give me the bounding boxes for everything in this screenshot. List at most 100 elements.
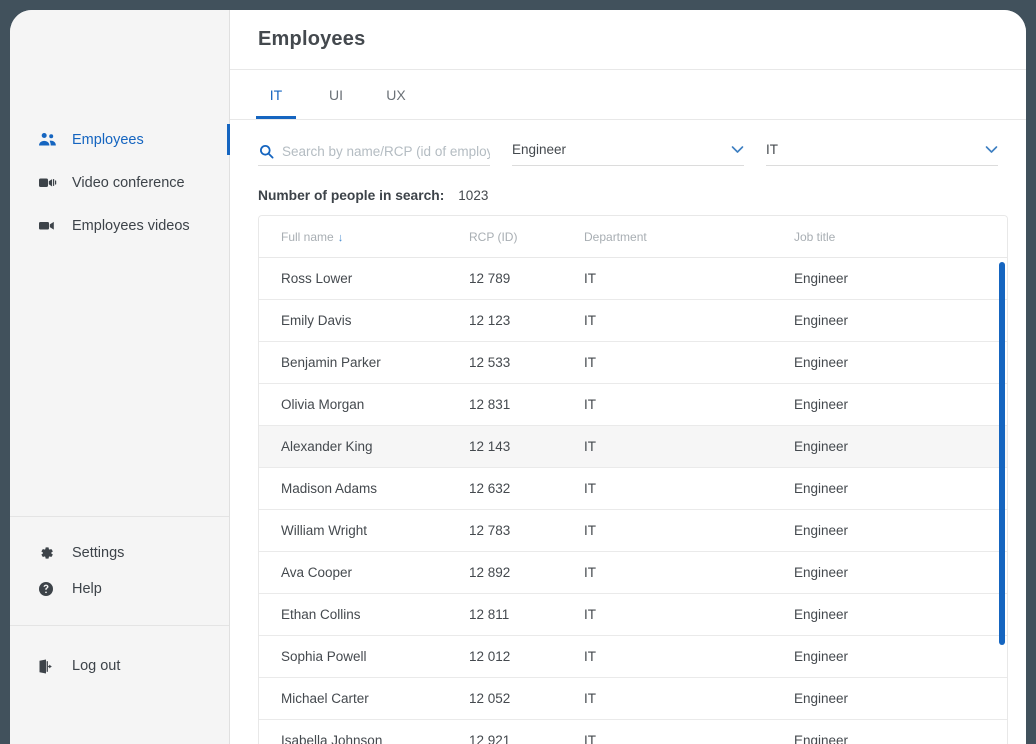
sidebar-item-employees-videos[interactable]: Employees videos xyxy=(10,204,229,247)
sidebar-item-employees[interactable]: Employees xyxy=(10,118,229,161)
sidebar-item-label: Employees xyxy=(72,132,144,148)
cell-full-name: William Wright xyxy=(259,510,469,552)
column-header-job-title[interactable]: Job title xyxy=(794,216,1007,258)
people-group-icon xyxy=(38,132,60,147)
cell-rcp: 12 052 xyxy=(469,678,584,720)
cell-department: IT xyxy=(584,468,794,510)
tab-ux[interactable]: UX xyxy=(376,70,416,119)
cell-rcp: 12 123 xyxy=(469,300,584,342)
cell-job-title: Engineer xyxy=(794,468,1007,510)
sidebar-item-logout[interactable]: Log out xyxy=(10,648,229,684)
table-row[interactable]: Olivia Morgan12 831ITEngineer xyxy=(259,384,1007,426)
cell-full-name: Ross Lower xyxy=(259,258,469,300)
table-row[interactable]: Madison Adams12 632ITEngineer xyxy=(259,468,1007,510)
table-row[interactable]: Isabella Johnson12 921ITEngineer xyxy=(259,720,1007,744)
cell-department: IT xyxy=(584,384,794,426)
job-title-select[interactable]: Engineer xyxy=(512,142,744,166)
cell-department: IT xyxy=(584,720,794,744)
cell-job-title: Engineer xyxy=(794,720,1007,744)
cell-job-title: Engineer xyxy=(794,384,1007,426)
table-row[interactable]: Ross Lower12 789ITEngineer xyxy=(259,258,1007,300)
search-field[interactable] xyxy=(258,143,490,166)
cell-job-title: Engineer xyxy=(794,552,1007,594)
sidebar: Employees Video conference xyxy=(10,10,230,744)
filter-bar: Engineer IT xyxy=(230,120,1026,166)
cell-rcp: 12 533 xyxy=(469,342,584,384)
cell-full-name: Isabella Johnson xyxy=(259,720,469,744)
table-row[interactable]: Michael Carter12 052ITEngineer xyxy=(259,678,1007,720)
cell-rcp: 12 831 xyxy=(469,384,584,426)
tab-it[interactable]: IT xyxy=(256,70,296,119)
cell-full-name: Sophia Powell xyxy=(259,636,469,678)
cell-full-name: Ava Cooper xyxy=(259,552,469,594)
cell-department: IT xyxy=(584,678,794,720)
cell-full-name: Madison Adams xyxy=(259,468,469,510)
tab-ui[interactable]: UI xyxy=(316,70,356,119)
gear-icon xyxy=(38,545,60,561)
job-title-select-value: Engineer xyxy=(512,142,566,157)
video-conference-icon xyxy=(38,175,60,190)
search-result-count-value: 1023 xyxy=(458,188,488,203)
table-row[interactable]: Alexander King12 143ITEngineer xyxy=(259,426,1007,468)
sidebar-item-label: Settings xyxy=(72,545,124,561)
table-row[interactable]: Benjamin Parker12 533ITEngineer xyxy=(259,342,1007,384)
table-row[interactable]: Emily Davis12 123ITEngineer xyxy=(259,300,1007,342)
search-input[interactable] xyxy=(282,144,490,159)
tab-label: UX xyxy=(386,87,405,103)
column-header-full-name[interactable]: Full name ↓ xyxy=(259,216,469,258)
column-header-department[interactable]: Department xyxy=(584,216,794,258)
cell-department: IT xyxy=(584,426,794,468)
cell-rcp: 12 012 xyxy=(469,636,584,678)
table-row[interactable]: William Wright12 783ITEngineer xyxy=(259,510,1007,552)
search-result-count: Number of people in search: 1023 xyxy=(230,166,1026,203)
cell-full-name: Olivia Morgan xyxy=(259,384,469,426)
sidebar-utility-nav: Settings Help xyxy=(10,516,229,625)
cell-department: IT xyxy=(584,342,794,384)
cell-job-title: Engineer xyxy=(794,258,1007,300)
cell-full-name: Alexander King xyxy=(259,426,469,468)
cell-job-title: Engineer xyxy=(794,342,1007,384)
cell-rcp: 12 143 xyxy=(469,426,584,468)
sidebar-primary-nav: Employees Video conference xyxy=(10,10,229,247)
sidebar-logout-section: Log out xyxy=(10,625,229,744)
page-title: Employees xyxy=(258,28,365,51)
cell-job-title: Engineer xyxy=(794,594,1007,636)
cell-department: IT xyxy=(584,636,794,678)
page-header: Employees xyxy=(230,10,1026,70)
cell-full-name: Ethan Collins xyxy=(259,594,469,636)
app-window: Employees Video conference xyxy=(10,10,1026,744)
main-content: Employees IT UI UX xyxy=(230,10,1026,744)
table-row[interactable]: Sophia Powell12 012ITEngineer xyxy=(259,636,1007,678)
sidebar-item-help[interactable]: Help xyxy=(10,571,229,607)
cell-department: IT xyxy=(584,594,794,636)
cell-department: IT xyxy=(584,552,794,594)
table-row[interactable]: Ethan Collins12 811ITEngineer xyxy=(259,594,1007,636)
employees-table-body: Ross Lower12 789ITEngineerEmily Davis12 … xyxy=(259,258,1007,744)
chevron-down-icon xyxy=(984,143,998,157)
tab-label: UI xyxy=(329,87,343,103)
cell-full-name: Emily Davis xyxy=(259,300,469,342)
employees-table-zone: Full name ↓ RCP (ID) Department Job title… xyxy=(230,203,1026,744)
arrow-down-icon[interactable]: ↓ xyxy=(338,232,344,244)
column-header-label: Full name xyxy=(281,230,334,244)
tab-label: IT xyxy=(270,87,282,103)
search-icon xyxy=(258,143,274,159)
cell-job-title: Engineer xyxy=(794,678,1007,720)
cell-job-title: Engineer xyxy=(794,300,1007,342)
help-circle-icon xyxy=(38,581,60,597)
cell-department: IT xyxy=(584,300,794,342)
employees-table: Full name ↓ RCP (ID) Department Job title… xyxy=(259,216,1007,744)
cell-full-name: Benjamin Parker xyxy=(259,342,469,384)
sidebar-item-label: Employees videos xyxy=(72,218,190,234)
table-scrollbar-thumb[interactable] xyxy=(999,262,1005,645)
sidebar-item-settings[interactable]: Settings xyxy=(10,535,229,571)
cell-job-title: Engineer xyxy=(794,510,1007,552)
search-result-count-label: Number of people in search: xyxy=(258,188,444,203)
column-header-rcp[interactable]: RCP (ID) xyxy=(469,216,584,258)
video-camera-icon xyxy=(38,218,60,233)
cell-department: IT xyxy=(584,510,794,552)
table-scrollbar-track[interactable] xyxy=(999,216,1005,744)
sidebar-item-video-conference[interactable]: Video conference xyxy=(10,161,229,204)
department-select[interactable]: IT xyxy=(766,142,998,166)
table-row[interactable]: Ava Cooper12 892ITEngineer xyxy=(259,552,1007,594)
